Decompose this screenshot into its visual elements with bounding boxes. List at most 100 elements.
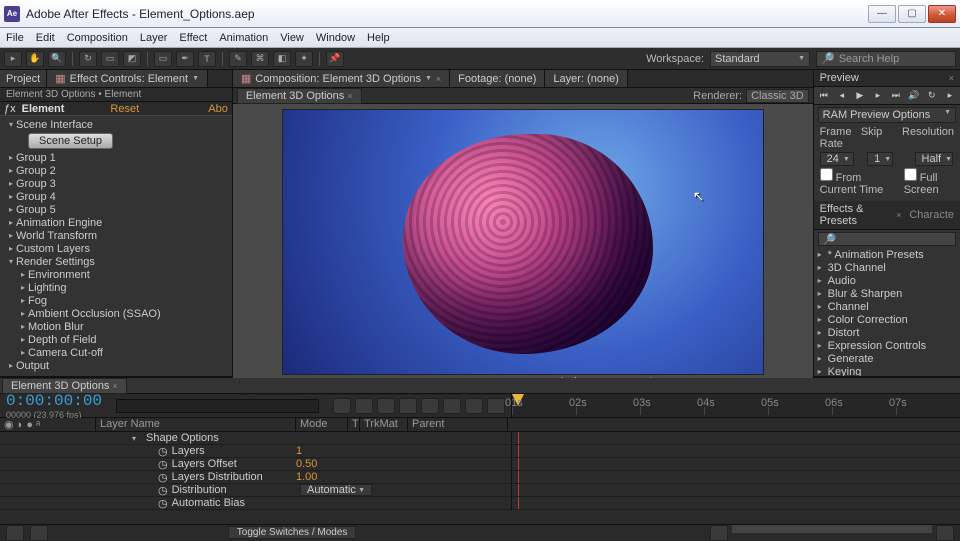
fx-toggle-icon[interactable]: ƒx xyxy=(4,103,16,115)
hand-tool[interactable]: ✋ xyxy=(26,51,44,67)
menu-file[interactable]: File xyxy=(6,32,24,44)
menu-view[interactable]: View xyxy=(280,32,304,44)
brainstorm-button[interactable] xyxy=(443,398,461,414)
effects-search-input[interactable]: 🔎 xyxy=(818,232,956,246)
row-shape-options[interactable]: ▾Shape Options xyxy=(0,432,960,445)
comp-mini-button[interactable] xyxy=(333,398,351,414)
reset-link[interactable]: Reset xyxy=(110,103,139,115)
puppet-tool[interactable]: 📌 xyxy=(326,51,344,67)
about-link[interactable]: Abo xyxy=(208,103,228,115)
menu-layer[interactable]: Layer xyxy=(140,32,168,44)
tab-composition[interactable]: ▦Composition: Element 3D Options▼× xyxy=(233,70,450,87)
cat-expression[interactable]: Expression Controls xyxy=(814,339,960,352)
cat-channel[interactable]: Channel xyxy=(814,300,960,313)
tree-camera-cutoff[interactable]: ▸Camera Cut-off xyxy=(0,346,232,359)
selection-tool[interactable]: ▸ xyxy=(4,51,22,67)
layers-offset-value[interactable]: 0.50 xyxy=(296,458,356,470)
menu-window[interactable]: Window xyxy=(316,32,355,44)
menu-composition[interactable]: Composition xyxy=(67,32,128,44)
pen-tool[interactable]: ✒ xyxy=(176,51,194,67)
tree-custom-layers[interactable]: ▸Custom Layers xyxy=(0,242,232,255)
tab-effect-controls[interactable]: ▦Effect Controls: Element▼ xyxy=(47,70,208,87)
expand-button[interactable] xyxy=(6,525,24,541)
tree-animation-engine[interactable]: ▸Animation Engine xyxy=(0,216,232,229)
effect-name[interactable]: Element xyxy=(22,103,65,115)
tab-footage[interactable]: Footage: (none) xyxy=(450,70,545,87)
menu-animation[interactable]: Animation xyxy=(219,32,268,44)
autokey-button[interactable] xyxy=(487,398,505,414)
ram-options-dropdown[interactable]: RAM Preview Options▼ xyxy=(818,107,956,123)
tree-group-3[interactable]: ▸Group 3 xyxy=(0,177,232,190)
tree-render-settings[interactable]: ▾Render Settings xyxy=(0,255,232,268)
tree-group-4[interactable]: ▸Group 4 xyxy=(0,190,232,203)
brush-tool[interactable]: ✎ xyxy=(229,51,247,67)
cat-generate[interactable]: Generate xyxy=(814,352,960,365)
tree-group-1[interactable]: ▸Group 1 xyxy=(0,151,232,164)
cat-blur[interactable]: Blur & Sharpen xyxy=(814,287,960,300)
zoom-out-button[interactable] xyxy=(710,525,728,541)
draft3d-button[interactable] xyxy=(355,398,373,414)
time-ruler[interactable]: 01s 02s 03s 04s 05s 06s 07s xyxy=(512,394,960,417)
row-layers-offset[interactable]: ◷Layers Offset0.50 xyxy=(0,458,960,471)
menu-edit[interactable]: Edit xyxy=(36,32,55,44)
next-frame-button[interactable]: ▸ xyxy=(871,90,885,102)
first-frame-button[interactable]: ⏮ xyxy=(817,90,831,102)
cat-distort[interactable]: Distort xyxy=(814,326,960,339)
row-layers-distribution[interactable]: ◷Layers Distribution1.00 xyxy=(0,471,960,484)
stopwatch-icon[interactable]: ◷ xyxy=(158,471,168,484)
last-frame-button[interactable]: ⏭ xyxy=(889,90,903,102)
maximize-button[interactable]: ▢ xyxy=(898,5,926,23)
tree-motion-blur[interactable]: ▸Motion Blur xyxy=(0,320,232,333)
shape-tool[interactable]: ▭ xyxy=(154,51,172,67)
cat-audio[interactable]: Audio xyxy=(814,274,960,287)
from-current-checkbox[interactable]: From Current Time xyxy=(820,168,896,196)
clone-tool[interactable]: ⌘ xyxy=(251,51,269,67)
tree-world-transform[interactable]: ▸World Transform xyxy=(0,229,232,242)
menu-effect[interactable]: Effect xyxy=(179,32,207,44)
distribution-dropdown[interactable]: Automatic▼ xyxy=(300,484,372,496)
prev-frame-button[interactable]: ◂ xyxy=(835,90,849,102)
tree-ssao[interactable]: ▸Ambient Occlusion (SSAO) xyxy=(0,307,232,320)
eraser-tool[interactable]: ◧ xyxy=(273,51,291,67)
minimize-button[interactable]: — xyxy=(868,5,896,23)
scene-setup-button[interactable]: Scene Setup xyxy=(28,133,113,149)
text-tool[interactable]: T xyxy=(198,51,216,67)
preview-res-dropdown[interactable]: Half▼ xyxy=(915,152,953,166)
graph-button[interactable] xyxy=(465,398,483,414)
tree-fog[interactable]: ▸Fog xyxy=(0,294,232,307)
full-screen-checkbox[interactable]: Full Screen xyxy=(904,168,954,196)
rotate-tool[interactable]: ↻ xyxy=(79,51,97,67)
menu-help[interactable]: Help xyxy=(367,32,390,44)
timeline-search[interactable] xyxy=(116,399,319,413)
zoom-tool[interactable]: 🔍 xyxy=(48,51,66,67)
row-distribution[interactable]: ◷DistributionAutomatic▼ xyxy=(0,484,960,497)
close-icon[interactable]: × xyxy=(436,74,441,84)
composition-viewer[interactable]: ↖ xyxy=(233,104,813,380)
stopwatch-icon[interactable]: ◷ xyxy=(158,445,168,458)
tree-group-2[interactable]: ▸Group 2 xyxy=(0,164,232,177)
cat-3d-channel[interactable]: 3D Channel xyxy=(814,261,960,274)
preview-panel-header[interactable]: Preview× xyxy=(814,70,960,87)
stopwatch-icon[interactable]: ◷ xyxy=(158,484,168,497)
tree-scene-interface[interactable]: ▾Scene Interface xyxy=(0,118,232,131)
loop-button[interactable]: ↻ xyxy=(925,90,939,102)
shy-button[interactable] xyxy=(377,398,395,414)
tab-project[interactable]: Project xyxy=(0,70,47,87)
stopwatch-icon[interactable]: ◷ xyxy=(158,458,168,471)
layers-value[interactable]: 1 xyxy=(296,445,356,457)
zoom-in-button[interactable] xyxy=(936,525,954,541)
renderer-dropdown[interactable]: Classic 3D xyxy=(746,89,809,103)
workspace-dropdown[interactable]: Standard▼ xyxy=(710,51,810,67)
skip-dropdown[interactable]: 1▼ xyxy=(867,152,893,166)
play-button[interactable]: ▶ xyxy=(853,90,867,102)
camera-tool[interactable]: ▭ xyxy=(101,51,119,67)
toggle-switches-button[interactable]: Toggle Switches / Modes xyxy=(228,526,357,539)
tab-layer[interactable]: Layer: (none) xyxy=(545,70,627,87)
roto-tool[interactable]: ✦ xyxy=(295,51,313,67)
tree-lighting[interactable]: ▸Lighting xyxy=(0,281,232,294)
framerate-dropdown[interactable]: 24▼ xyxy=(820,152,854,166)
effects-presets-header[interactable]: Effects & Presets×Characte xyxy=(814,201,960,230)
zoom-slider[interactable] xyxy=(732,525,932,533)
ram-preview-button[interactable]: ▸ xyxy=(943,90,957,102)
comp-subtab[interactable]: Element 3D Options × xyxy=(237,88,362,104)
